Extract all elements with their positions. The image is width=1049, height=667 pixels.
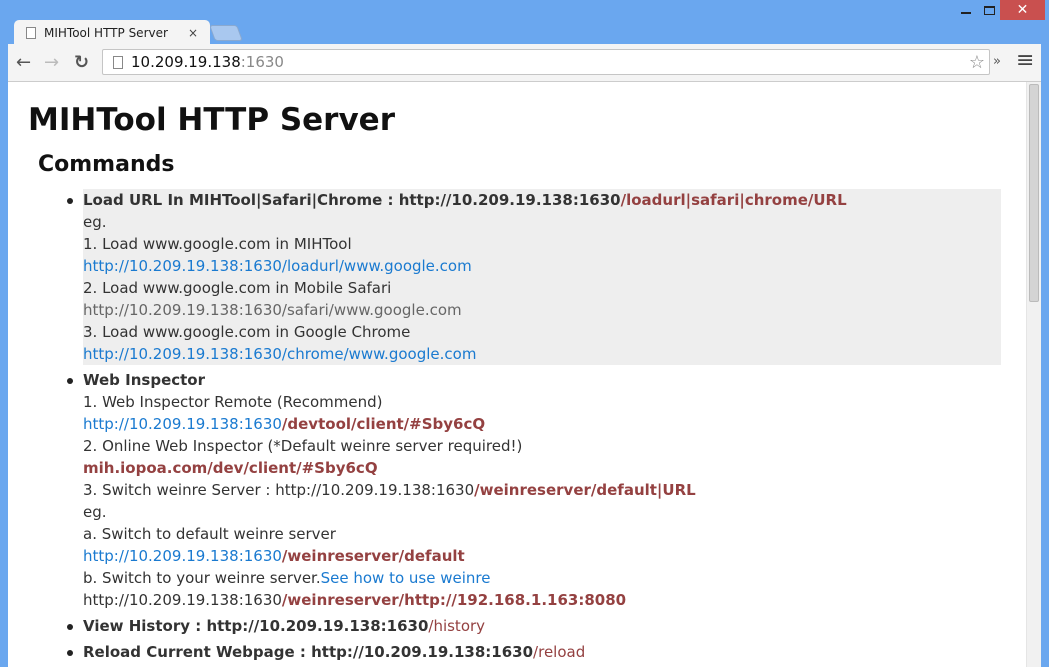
page-icon	[26, 26, 36, 39]
bookmark-star-icon[interactable]: ☆	[969, 52, 985, 73]
text-line: eg.	[83, 503, 107, 521]
command-path: /history	[428, 617, 486, 635]
link-host: http://10.209.19.138:1630	[83, 415, 282, 433]
extensions-overflow-icon[interactable]: »	[993, 54, 1001, 69]
command-path: /weinreserver/default|URL	[474, 481, 696, 499]
toolbar: ← → ↻ 10.209.19.138:1630 ☆ » ≡	[8, 44, 1041, 82]
reload-icon[interactable]: ↻	[74, 52, 89, 73]
forward-icon[interactable]: →	[44, 52, 59, 73]
command-path: /loadurl|safari|chrome/URL	[620, 191, 847, 209]
address-port: :1630	[240, 53, 284, 71]
text-line: 1. Load www.google.com in MIHTool	[83, 235, 352, 253]
list-item-web-inspector: Web Inspector 1. Web Inspector Remote (R…	[67, 369, 1001, 611]
loadurl-link[interactable]: http://10.209.19.138:1630/loadurl/www.go…	[83, 257, 472, 275]
item-title: View History : http://10.209.19.138:1630	[83, 617, 429, 635]
minimize-button[interactable]	[953, 0, 979, 20]
tab-mihtool[interactable]: MIHTool HTTP Server ×	[14, 20, 210, 45]
weinre-howto-link[interactable]: See how to use weinre	[321, 569, 491, 587]
address-host: 10.209.19.138	[131, 53, 241, 71]
text-line: b. Switch to your weinre server.	[83, 569, 321, 587]
text-line: a. Switch to default weinre server	[83, 525, 336, 543]
item-title: Web Inspector	[83, 371, 206, 389]
tab-close-icon[interactable]: ×	[188, 26, 198, 40]
tab-title: MIHTool HTTP Server	[44, 25, 168, 40]
link-path: /devtool/client/#Sby6cQ	[281, 415, 486, 433]
list-item-history: View History : http://10.209.19.138:1630…	[67, 615, 1001, 637]
text-line: 2. Online Web Inspector (*Default weinre…	[83, 437, 523, 455]
list-item-load-url: Load URL In MIHTool|Safari|Chrome : http…	[67, 189, 1001, 365]
safari-link[interactable]: http://10.209.19.138:1630/safari/www.goo…	[83, 301, 462, 319]
link-host: http://10.209.19.138:1630	[83, 547, 282, 565]
page-icon	[113, 55, 123, 69]
vertical-scrollbar[interactable]	[1026, 82, 1041, 667]
chrome-link[interactable]: http://10.209.19.138:1630/chrome/www.goo…	[83, 345, 476, 363]
new-tab-button[interactable]	[209, 25, 243, 41]
back-icon[interactable]: ←	[16, 52, 31, 73]
text-line: 3. Load www.google.com in Google Chrome	[83, 323, 411, 341]
scrollbar-thumb[interactable]	[1029, 84, 1039, 302]
command-path: /weinreserver/http://192.168.1.163:8080	[281, 591, 627, 609]
close-window-button[interactable]: ✕	[1000, 0, 1045, 20]
text-line: eg.	[83, 213, 107, 231]
menu-icon[interactable]: ≡	[1016, 48, 1034, 73]
command-path: /reload	[533, 643, 586, 661]
online-inspector-link[interactable]: mih.iopoa.com/dev/client/#Sby6cQ	[83, 459, 378, 477]
item-title: Reload Current Webpage : http://10.209.1…	[83, 643, 534, 661]
text-line: 2. Load www.google.com in Mobile Safari	[83, 279, 392, 297]
maximize-button[interactable]	[979, 0, 999, 20]
address-bar[interactable]: 10.209.19.138:1630 ☆	[102, 49, 990, 75]
text-line: 3. Switch weinre Server : http://10.209.…	[83, 481, 475, 499]
default-weinre-link[interactable]: http://10.209.19.138:1630/weinreserver/d…	[83, 547, 465, 565]
list-item-reload: Reload Current Webpage : http://10.209.1…	[67, 641, 1001, 663]
page-content: MIHTool HTTP Server Commands Load URL In…	[8, 82, 1041, 667]
page-title: MIHTool HTTP Server	[28, 102, 395, 138]
commands-list: Load URL In MIHTool|Safari|Chrome : http…	[67, 189, 1001, 667]
devtool-link[interactable]: http://10.209.19.138:1630/devtool/client…	[83, 415, 485, 433]
text-line: 1. Web Inspector Remote (Recommend)	[83, 393, 383, 411]
section-heading: Commands	[38, 152, 175, 177]
link-path: /weinreserver/default	[281, 547, 465, 565]
text-line: http://10.209.19.138:1630	[83, 591, 282, 609]
item-title: Load URL In MIHTool|Safari|Chrome : http…	[83, 191, 621, 209]
